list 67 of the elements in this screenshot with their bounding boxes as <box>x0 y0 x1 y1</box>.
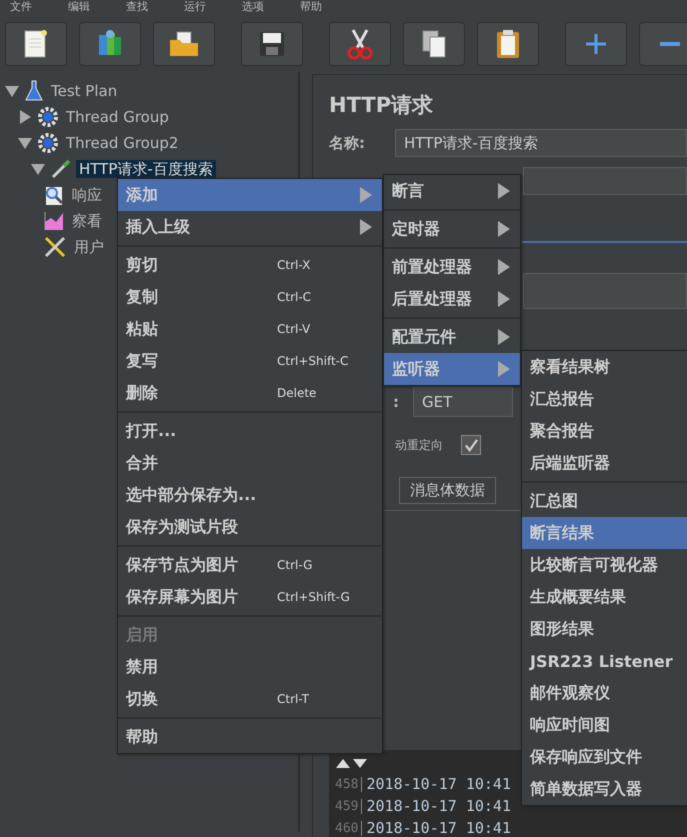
menu-bar-item[interactable]: 编辑 <box>68 0 90 14</box>
menu-item[interactable]: 配置元件 <box>384 321 520 353</box>
shortcut-label: Ctrl-C <box>277 290 312 304</box>
redirect-label: 动重定向 <box>395 436 443 454</box>
menu-item[interactable]: 复制 Ctrl-C <box>118 281 382 313</box>
menu-item[interactable]: 保存响应到文件 <box>522 741 687 773</box>
tree-item[interactable]: 用户 <box>71 238 107 256</box>
menu-item[interactable]: 打开... <box>118 415 382 447</box>
shortcut-label: Ctrl-V <box>277 322 310 336</box>
menu-item[interactable]: 生成概要结果 <box>522 581 687 613</box>
panel-title: HTTP请求 <box>329 92 434 119</box>
menu-item[interactable]: 剪切 Ctrl-X <box>118 249 382 281</box>
tree-item[interactable]: 察看 <box>69 212 105 230</box>
log-line: 2018-10-17 10:41 <box>366 775 511 793</box>
menu-item[interactable]: 定时器 <box>384 213 520 245</box>
menu-item[interactable]: 保存节点为图片 Ctrl-G <box>118 549 382 581</box>
menu-item[interactable]: 删除 Delete <box>118 377 382 409</box>
menu-item[interactable]: 插入上级 <box>118 211 382 243</box>
menu-bar-item[interactable]: 文件 <box>10 0 32 14</box>
menu-item[interactable]: 禁用 <box>118 651 382 683</box>
menu-item[interactable]: 聚合报告 <box>522 415 687 447</box>
menu-bar-item[interactable]: 选项 <box>242 0 264 14</box>
shortcut-label: Ctrl+Shift-C <box>277 354 348 368</box>
line-number: 459 <box>335 798 362 814</box>
method-field[interactable]: GET <box>413 387 513 417</box>
menu-item[interactable]: 复写 Ctrl+Shift-C <box>118 345 382 377</box>
menu-item[interactable]: 切换 Ctrl-T <box>118 683 382 715</box>
menu-item[interactable]: 汇总报告 <box>522 383 687 415</box>
menu-item[interactable]: 察看结果树 <box>522 351 687 383</box>
menu-item[interactable]: 帮助 <box>118 721 382 753</box>
menu-item[interactable]: 粘贴 Ctrl-V <box>118 313 382 345</box>
tree-item[interactable]: Thread Group2 <box>63 134 182 152</box>
menu-item[interactable]: 图形结果 <box>522 613 687 645</box>
log-line: 2018-10-17 10:41 <box>366 797 511 815</box>
shortcut-label: Ctrl-G <box>277 558 312 572</box>
menu-item[interactable]: 前置处理器 <box>384 251 520 283</box>
menu-bar-item[interactable]: 运行 <box>184 0 206 14</box>
shortcut-label: Ctrl-X <box>277 258 310 272</box>
shortcut-label: Delete <box>277 386 316 400</box>
menu-item[interactable]: 响应时间图 <box>522 709 687 741</box>
menu-bar-item[interactable]: 帮助 <box>300 0 322 14</box>
menu-item[interactable]: 后置处理器 <box>384 283 520 315</box>
shortcut-label: Ctrl-T <box>277 692 309 706</box>
menu-item[interactable]: 合并 <box>118 447 382 479</box>
tree-item[interactable]: HTTP请求-百度搜索 <box>76 160 216 178</box>
method-label: : <box>392 393 399 411</box>
line-number: 458 <box>335 776 362 792</box>
tree-item[interactable]: Thread Group <box>63 108 172 126</box>
shortcut-label: Ctrl+Shift-G <box>277 590 350 604</box>
log-line: 2018-10-17 10:41 <box>366 819 511 837</box>
menu-item[interactable]: 后端监听器 <box>522 447 687 479</box>
menu-item[interactable]: 简单数据写入器 <box>522 773 687 805</box>
menu-item[interactable]: 邮件观察仪 <box>522 677 687 709</box>
name-field[interactable]: HTTP请求-百度搜索 <box>395 129 687 157</box>
tree-item[interactable]: Test Plan <box>48 82 120 100</box>
menu-item[interactable]: 保存为测试片段 <box>118 511 382 543</box>
menu-item[interactable]: 汇总图 <box>522 485 687 517</box>
menu-item[interactable]: 保存屏幕为图片 Ctrl+Shift-G <box>118 581 382 613</box>
name-label: 名称: <box>329 134 366 152</box>
menu-item[interactable]: 比较断言可视化器 <box>522 549 687 581</box>
menu-item[interactable]: JSR223 Listener <box>522 645 687 677</box>
menu-bar-item[interactable]: 查找 <box>126 0 148 14</box>
menu-item[interactable]: 断言 <box>384 175 520 207</box>
tree-item[interactable]: 响应 <box>69 186 105 204</box>
menu-item[interactable]: 选中部分保存为... <box>118 479 382 511</box>
line-number: 460 <box>335 820 362 836</box>
body-data-tab[interactable]: 消息体数据 <box>399 477 496 504</box>
